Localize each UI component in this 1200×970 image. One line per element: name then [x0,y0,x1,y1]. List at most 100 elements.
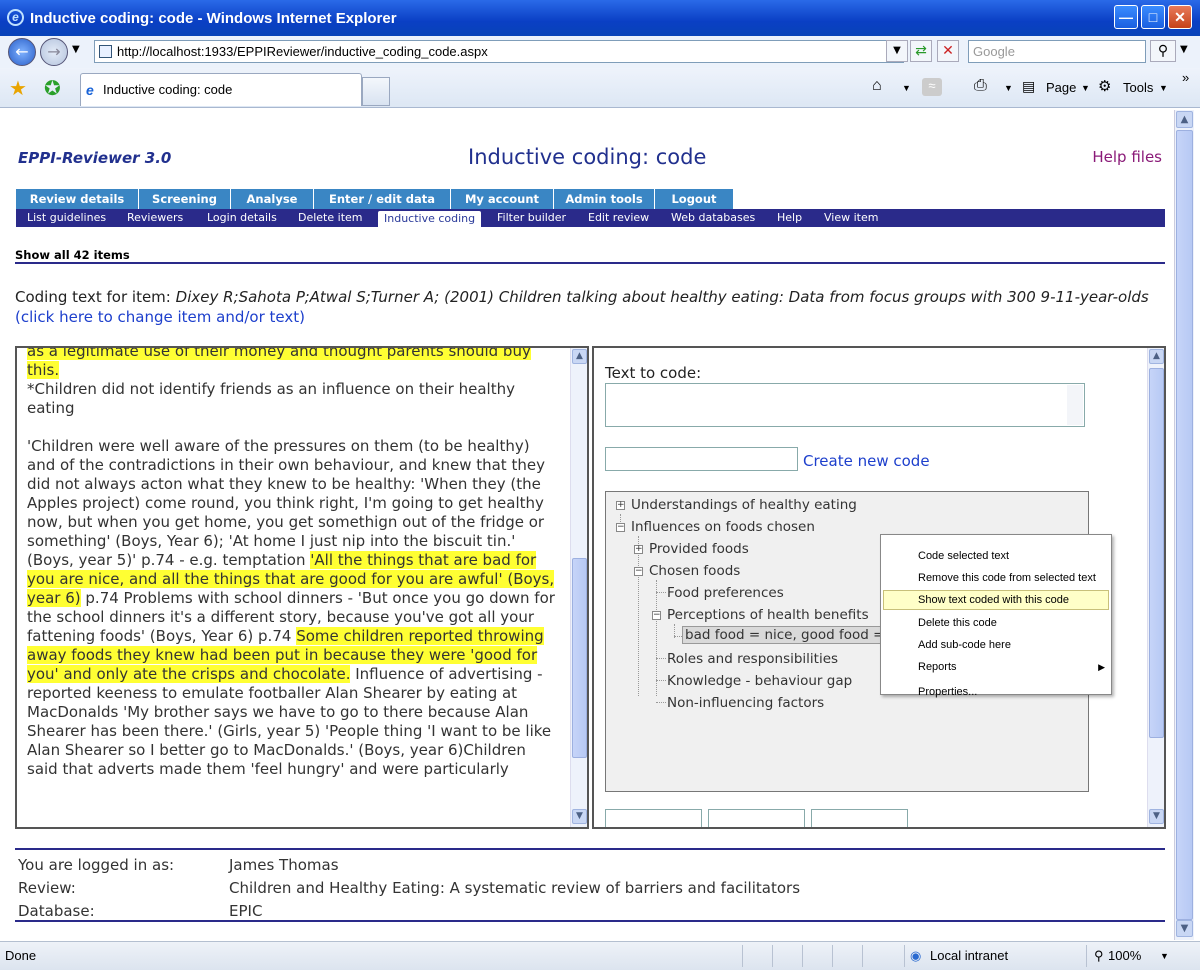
change-item-link[interactable]: (click here to change item and/or text) [15,308,305,326]
scroll-up-icon[interactable]: ▲ [1176,111,1193,128]
print-dropdown-icon[interactable]: ▼ [1004,83,1013,93]
help-files-link[interactable]: Help files [1092,148,1162,166]
favorites-star-icon[interactable]: ★ [9,78,27,98]
back-button[interactable]: ← [8,38,36,66]
text-line: *Children did not identify friends as an… [27,380,515,417]
menu-code-selected-text[interactable]: Code selected text [918,550,1009,562]
forward-button[interactable]: → [40,38,68,66]
menu-reports[interactable]: Reports [918,661,957,673]
address-field[interactable]: http://localhost:1933/EPPIReviewer/induc… [94,40,904,63]
tree-node[interactable]: Non-influencing factors [667,695,824,711]
collapse-icon[interactable]: − [616,523,625,532]
tab-logout[interactable]: Logout [655,189,733,209]
feeds-icon[interactable]: ≈ [922,78,942,96]
tab-analyse[interactable]: Analyse [231,189,313,209]
add-favorite-icon[interactable]: ✪ [44,78,61,98]
search-input[interactable]: Google [968,40,1146,63]
refresh-icon[interactable]: ⇄ [910,40,932,62]
subtab-inductive-coding[interactable]: Inductive coding [378,211,482,227]
subtab-view-item[interactable]: View item [824,209,878,227]
zoom-level[interactable]: 100% [1108,948,1141,963]
history-dropdown-icon[interactable]: ▼ [72,44,80,55]
scroll-up-icon[interactable]: ▲ [1149,349,1164,364]
scroll-up-icon[interactable]: ▲ [572,349,587,364]
tree-line [638,536,639,696]
create-new-code-link[interactable]: Create new code [803,452,930,470]
tree-node[interactable]: Influences on foods chosen [631,519,815,535]
tab-my-account[interactable]: My account [451,189,553,209]
subtab-help[interactable]: Help [777,209,802,227]
home-dropdown-icon[interactable]: ▼ [902,83,911,93]
textbox-scrollbar[interactable] [1067,385,1083,425]
scroll-thumb[interactable] [1149,368,1164,738]
menu-remove-code[interactable]: Remove this code from selected text [918,572,1096,584]
page-menu[interactable]: Page [1046,80,1076,95]
collapse-icon[interactable]: − [652,611,661,620]
tab-review-details[interactable]: Review details [16,189,138,209]
tree-node[interactable]: Food preferences [667,585,784,601]
menu-show-coded-text[interactable]: Show text coded with this code [883,590,1109,610]
new-code-input[interactable] [605,447,798,471]
tree-node[interactable]: Chosen foods [649,563,740,579]
subtab-web-databases[interactable]: Web databases [671,209,755,227]
tools-gear-icon: ⚙ [1098,78,1112,95]
item-text[interactable]: as a legitimate use of their money and t… [27,348,559,779]
scroll-down-icon[interactable]: ▼ [572,809,587,824]
search-icon[interactable]: ⚲ [1150,40,1176,62]
bottom-tab[interactable] [605,809,702,827]
subtab-reviewers[interactable]: Reviewers [127,209,183,227]
tree-node[interactable]: Provided foods [649,541,749,557]
menu-properties[interactable]: Properties... [918,686,977,698]
subtab-list-guidelines[interactable]: List guidelines [27,209,106,227]
subtab-login-details[interactable]: Login details [207,209,277,227]
tab-screening[interactable]: Screening [139,189,230,209]
scroll-thumb[interactable] [1176,130,1193,920]
right-scrollbar[interactable]: ▲ ▼ [1147,348,1164,827]
scroll-down-icon[interactable]: ▼ [1149,809,1164,824]
browser-tab[interactable]: e Inductive coding: code [80,73,362,106]
show-all-items-link[interactable]: Show all 42 items [15,248,130,262]
tree-line [656,592,666,593]
tab-title: Inductive coding: code [103,82,233,97]
collapse-icon[interactable]: − [634,567,643,576]
tab-admin-tools[interactable]: Admin tools [554,189,654,209]
text-paragraph: 'Children were well aware of the pressur… [27,437,559,779]
chevron-right-icon[interactable]: » [1182,70,1189,85]
subtab-edit-review[interactable]: Edit review [588,209,649,227]
tree-node[interactable]: Knowledge - behaviour gap [667,673,852,689]
tree-line [656,580,657,696]
left-scrollbar[interactable]: ▲ ▼ [570,348,587,827]
close-button[interactable]: ✕ [1168,5,1192,29]
subtab-filter-builder[interactable]: Filter builder [497,209,566,227]
minimize-button[interactable]: — [1114,5,1138,29]
maximize-button[interactable]: □ [1141,5,1165,29]
text-to-code-label: Text to code: [605,364,702,382]
address-dropdown-button[interactable]: ▼ [886,40,908,62]
new-tab-button[interactable] [362,77,390,106]
menu-delete-code[interactable]: Delete this code [918,617,997,629]
page-dropdown-icon[interactable]: ▼ [1081,83,1090,93]
scroll-down-icon[interactable]: ▼ [1176,920,1193,937]
bottom-tab[interactable] [811,809,908,827]
print-icon[interactable]: ⎙ [974,77,987,95]
zoom-dropdown-icon[interactable]: ▼ [1160,951,1169,961]
expand-icon[interactable]: + [616,501,625,510]
expand-icon[interactable]: + [634,545,643,554]
stop-icon[interactable]: ✕ [937,40,959,62]
tree-node[interactable]: Roles and responsibilities [667,651,838,667]
divider [904,945,905,967]
text-to-code-box[interactable] [605,383,1085,427]
search-dropdown-icon[interactable]: ▼ [1180,44,1188,55]
subtab-delete-item[interactable]: Delete item [298,209,363,227]
tools-dropdown-icon[interactable]: ▼ [1159,83,1168,93]
tools-menu[interactable]: Tools [1123,80,1153,95]
tree-node[interactable]: Perceptions of health benefits [667,607,869,623]
home-icon[interactable]: ⌂ [872,77,882,95]
menu-add-sub-code[interactable]: Add sub-code here [918,639,1011,651]
scroll-thumb[interactable] [572,558,587,758]
tab-enter-edit-data[interactable]: Enter / edit data [314,189,450,209]
divider [1086,945,1087,967]
bottom-tab[interactable] [708,809,805,827]
page-scrollbar[interactable]: ▲ ▼ [1174,110,1194,940]
tree-node[interactable]: Understandings of healthy eating [631,497,857,513]
